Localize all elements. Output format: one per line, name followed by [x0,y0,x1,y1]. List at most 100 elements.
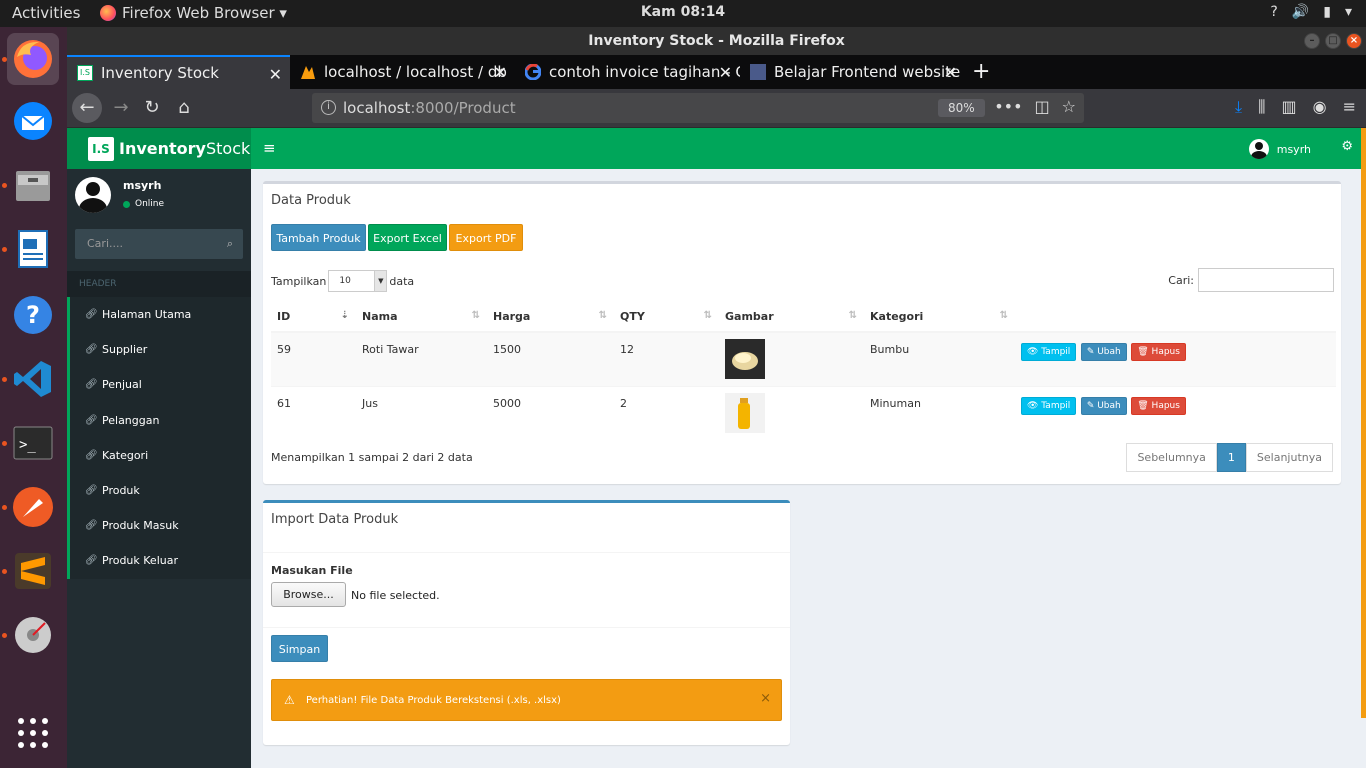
add-product-button[interactable]: Tambah Produk [271,224,366,251]
settings-gear-icon[interactable]: ⚙ [1341,139,1353,154]
home-button[interactable]: ⌂ [171,95,197,121]
avatar [1248,139,1269,159]
menu-arrow-icon[interactable]: ▾ [1345,4,1352,20]
zoom-level-button[interactable]: 80% [938,99,985,117]
maximize-button[interactable]: □ [1325,33,1341,49]
column-header-id[interactable]: ID ⇣ [271,302,356,333]
tab-phpmyadmin[interactable]: localhost / localhost / db ✕ [290,55,515,89]
battery-icon[interactable]: ▮ [1323,4,1331,20]
pocket-icon[interactable]: ◫ [1035,97,1050,116]
column-header-harga[interactable]: Harga ⇅ [487,302,614,333]
sidebar-item-pelanggan[interactable]: 🔗︎ Pelanggan [67,402,251,438]
window-title: Inventory Stock - Mozilla Firefox [588,33,845,49]
cell-kategori: Minuman [864,385,1015,440]
page-scrollbar[interactable] [1361,128,1366,718]
close-tab-icon[interactable]: ✕ [269,65,282,84]
url-bar[interactable]: i localhost:8000/Product 80% ••• ◫ ☆ [312,93,1084,123]
close-tab-icon[interactable]: ✕ [719,63,732,82]
bookmark-star-icon[interactable]: ☆ [1062,97,1076,116]
activities-button[interactable]: Activities [12,4,80,22]
delete-button[interactable]: 🗑︎ Hapus [1131,396,1186,415]
sublime-icon [15,553,51,589]
table-search-input[interactable] [1198,268,1334,292]
back-button[interactable]: ← [72,93,102,123]
menu-header: HEADER [67,271,251,297]
close-alert-icon[interactable]: × [760,691,771,706]
show-apps-button[interactable] [7,707,59,759]
minimize-button[interactable]: – [1304,33,1320,49]
account-icon[interactable]: ◉ [1313,97,1327,117]
cell-id: 59 [271,331,356,386]
export-pdf-button[interactable]: Export PDF [449,224,523,251]
dock-sublime[interactable] [7,545,59,597]
online-dot-icon [123,200,130,208]
library-icon[interactable]: ⫼ [1258,97,1265,117]
page-length-select[interactable]: 10 ▼ [328,270,388,292]
sidebar-item-produk[interactable]: 🔗︎ Produk [67,472,251,509]
dock-files[interactable] [7,159,59,211]
app-logo[interactable]: I.S Inventory Stock [67,128,251,169]
new-tab-button[interactable]: + [972,59,990,84]
dock-postman[interactable] [7,481,59,533]
sidebar-toggle-button[interactable]: ≡ [263,139,276,157]
sidebar-item-supplier[interactable]: 🔗︎ Supplier [67,332,251,368]
delete-button[interactable]: 🗑︎ Hapus [1131,343,1186,361]
column-header-gambar[interactable]: Gambar ⇅ [719,302,864,333]
export-excel-button[interactable]: Export Excel [368,224,447,251]
dock-firefox[interactable] [7,33,59,85]
dock-help[interactable]: ? [7,289,59,341]
sidebar-item-halaman-utama[interactable]: 🔗︎ Halaman Utama [67,297,251,333]
search-icon[interactable]: ⌕ [227,237,233,251]
dock-disks[interactable] [7,609,59,661]
sidebar-search-input[interactable]: Cari.... ⌕ [75,229,243,259]
dock-thunderbird[interactable] [7,95,59,147]
window-titlebar[interactable]: Inventory Stock - Mozilla Firefox – □ × [67,27,1366,55]
sidebar-toggle-icon[interactable]: ▥ [1282,97,1297,117]
help-icon[interactable]: ? [1270,4,1277,20]
volume-icon[interactable]: 🔊 [1292,4,1309,20]
site-info-icon[interactable]: i [321,100,336,115]
save-button[interactable]: Simpan [271,635,328,662]
tab-google-search[interactable]: contoh invoice tagihan - G ✕ [515,55,740,89]
document-icon [18,230,48,268]
view-button[interactable]: 👁︎ Tampil [1021,343,1077,361]
edit-button[interactable]: ✎ Ubah [1080,396,1127,415]
sidebar-item-produk-keluar[interactable]: 🔗︎ Produk Keluar [67,543,251,579]
link-icon: 🔗︎ [85,485,98,497]
reload-button[interactable]: ↻ [139,95,165,121]
system-tray[interactable]: ? 🔊 ▮ ▾ [1270,4,1352,20]
sidebar-item-kategori[interactable]: 🔗︎ Kategori [67,437,251,473]
tab-label: Inventory Stock [101,64,219,82]
column-header-kategori[interactable]: Kategori ⇅ [864,302,1015,333]
view-button[interactable]: 👁︎ Tampil [1021,396,1077,415]
close-tab-icon[interactable]: ✕ [494,63,507,82]
url-path: :8000/Product [410,99,516,117]
column-header-qty[interactable]: QTY ⇅ [614,302,719,333]
page-actions-icon[interactable]: ••• [994,97,1022,116]
page-1-button[interactable]: 1 [1216,443,1246,472]
tab-belajar-frontend[interactable]: Belajar Frontend website ✕ [740,55,965,89]
column-header-nama[interactable]: Nama ⇅ [356,302,487,333]
file-status: No file selected. [351,589,440,602]
downloads-icon[interactable]: ⤓ [1235,97,1242,117]
next-page-button[interactable]: Selanjutnya [1245,443,1333,472]
dock-vscode[interactable] [7,353,59,405]
browse-file-button[interactable]: Browse... [271,582,346,607]
import-data-box: Import Data Produk Masukan File Browse..… [263,500,790,745]
sidebar-item-penjual[interactable]: 🔗︎ Penjual [67,367,251,403]
cell-harga: 5000 [487,385,614,440]
forward-button[interactable]: → [108,95,134,121]
close-tab-icon[interactable]: ✕ [944,63,957,82]
previous-page-button[interactable]: Sebelumnya [1126,443,1217,472]
close-window-button[interactable]: × [1346,33,1362,49]
edit-button[interactable]: ✎ Ubah [1080,343,1127,361]
pagination: Sebelumnya 1 Selanjutnya [1126,443,1333,472]
user-menu[interactable]: msyrh [1248,139,1311,159]
app-menu[interactable]: Firefox Web Browser ▾ [100,4,287,22]
dock-terminal[interactable]: >_ [7,417,59,469]
hamburger-menu-icon[interactable]: ≡ [1343,97,1356,117]
sidebar-item-produk-masuk[interactable]: 🔗︎ Produk Masuk [67,508,251,544]
dock-writer[interactable] [7,223,59,275]
box-title: Import Data Produk [271,512,399,527]
tab-inventory-stock[interactable]: I.S Inventory Stock ✕ [67,55,290,89]
